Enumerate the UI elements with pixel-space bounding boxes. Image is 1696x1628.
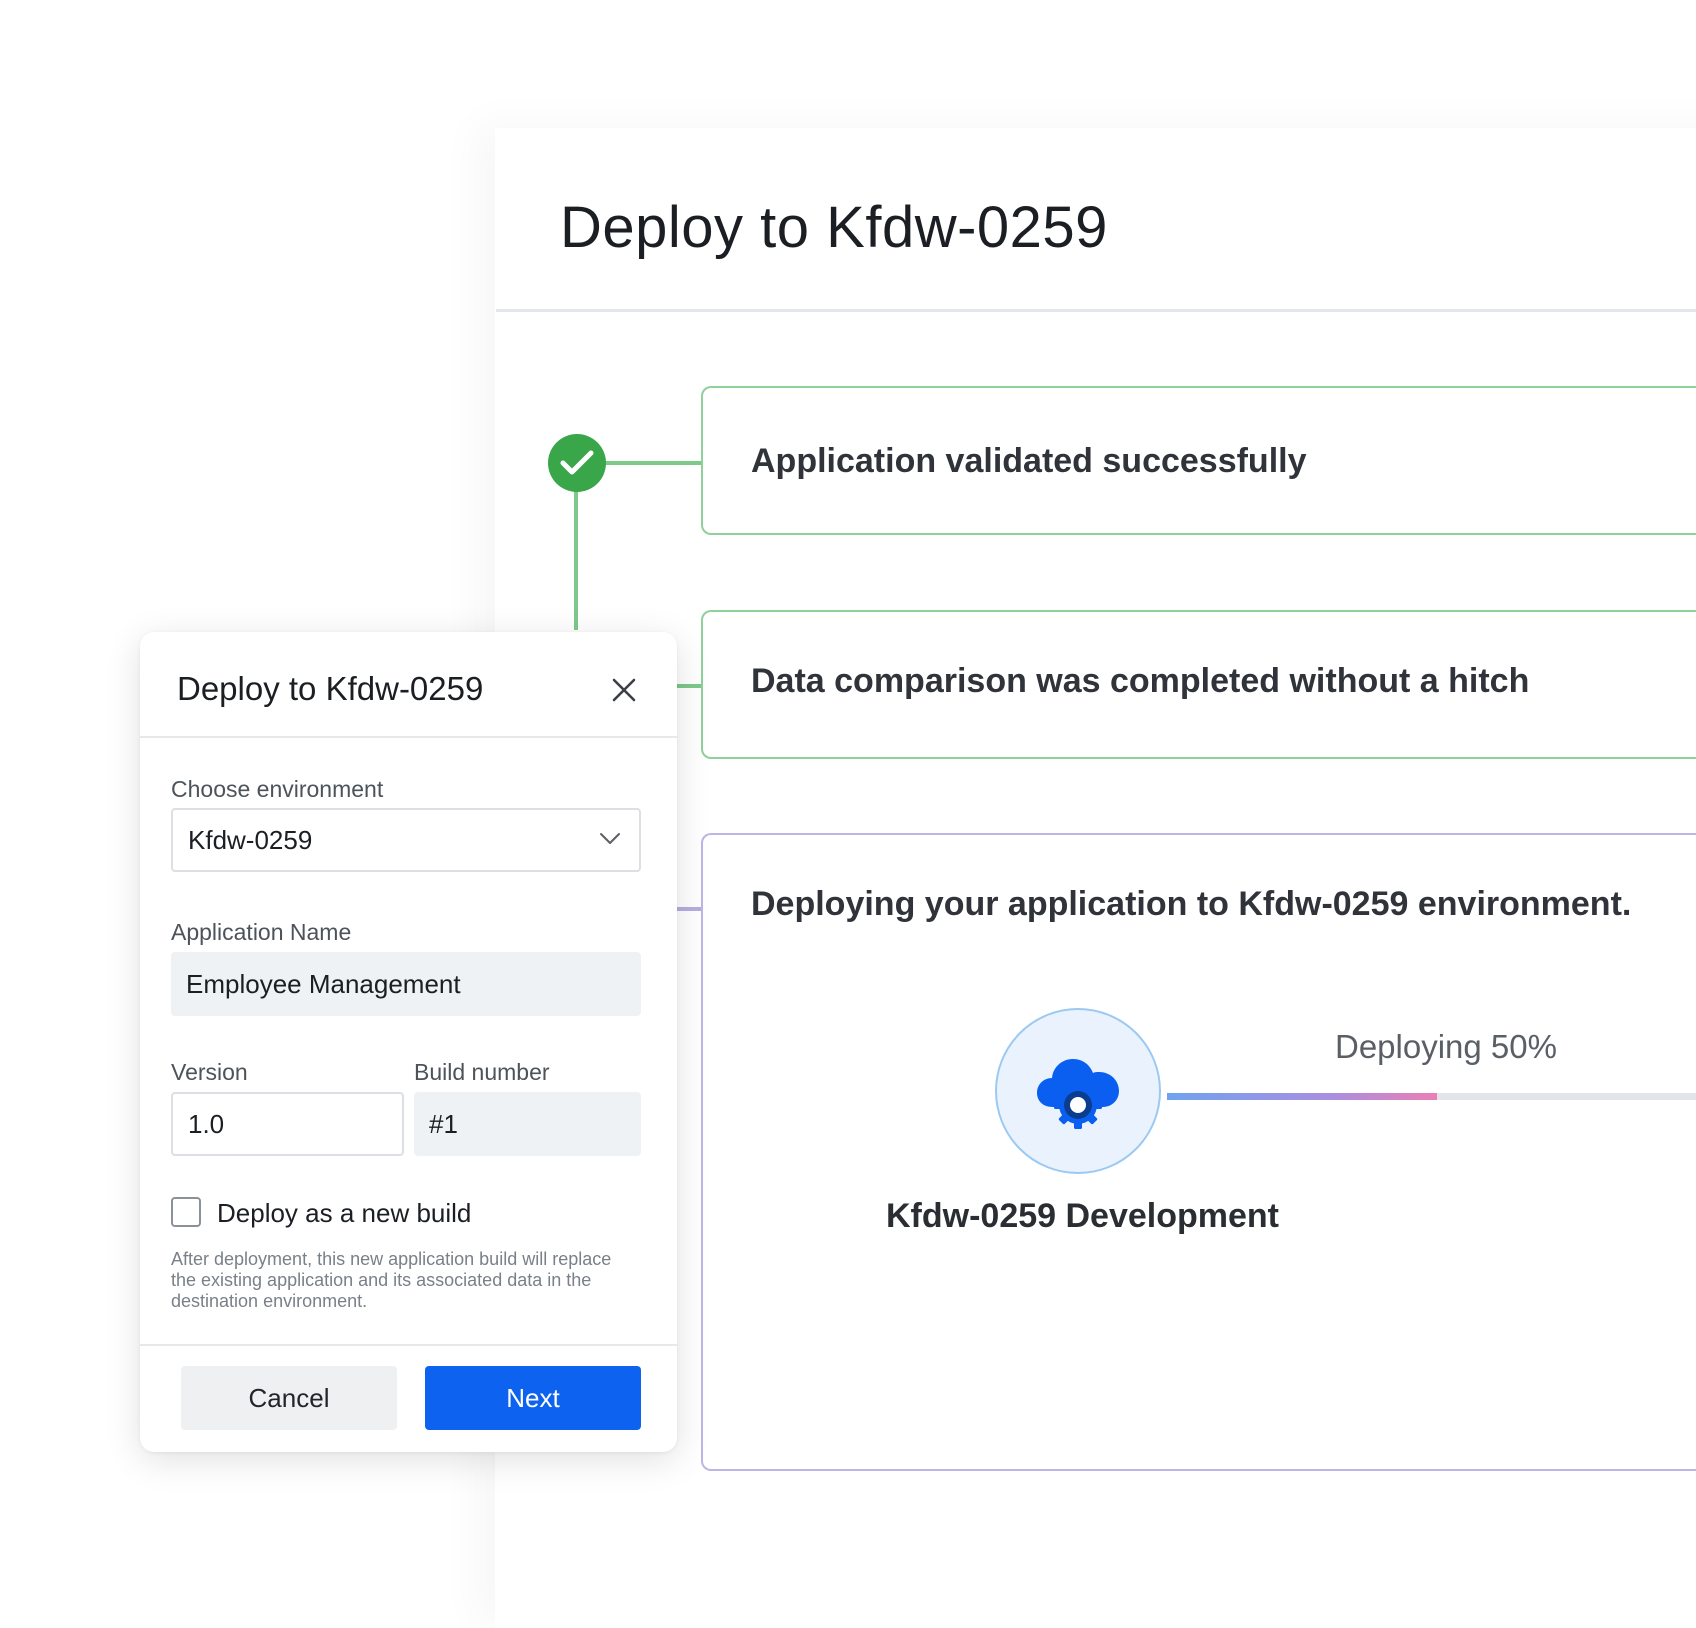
build-number-label: Build number (414, 1059, 550, 1085)
timeline-connector-step-3 (676, 907, 702, 911)
application-name-field[interactable]: Employee Management (171, 952, 641, 1016)
title-divider (496, 309, 1696, 312)
step-label: Deploying your application to Kfdw-0259 … (751, 885, 1632, 923)
deploy-status-circle (995, 1008, 1161, 1174)
version-label: Version (171, 1059, 248, 1085)
progress-bar-fill (1167, 1093, 1437, 1100)
progress-bar (1167, 1093, 1696, 1100)
build-number-value: #1 (429, 1108, 458, 1139)
timeline-step-data-comparison: Data comparison was completed without a … (701, 610, 1696, 759)
environment-field-label: Choose environment (171, 776, 384, 802)
next-button[interactable]: Next (425, 1366, 641, 1430)
deploy-new-build-label[interactable]: Deploy as a new build (217, 1198, 471, 1229)
step-label: Application validated successfully (751, 442, 1307, 480)
timeline-step-validated: Application validated successfully (701, 386, 1696, 535)
step-complete-check-icon (548, 434, 606, 492)
environment-select[interactable]: Kfdw-0259 (171, 808, 641, 872)
build-number-field[interactable]: #1 (414, 1092, 641, 1156)
timeline-connector-step-2 (676, 684, 702, 688)
version-value: 1.0 (188, 1108, 225, 1139)
deploy-new-build-checkbox[interactable] (171, 1197, 201, 1227)
modal-footer-divider (140, 1344, 677, 1346)
deploy-helper-text: After deployment, this new application b… (171, 1249, 612, 1311)
cancel-button[interactable]: Cancel (181, 1366, 397, 1430)
timeline-step-deploying: Deploying your application to Kfdw-0259 … (701, 833, 1696, 1471)
version-field[interactable]: 1.0 (171, 1092, 404, 1156)
cloud-gear-icon (1037, 1059, 1119, 1129)
close-icon[interactable] (609, 675, 639, 705)
deploy-modal: Deploy to Kfdw-0259 Choose environment K… (140, 632, 677, 1452)
environment-label: Kfdw-0259 Development (886, 1197, 1279, 1235)
page-title: Deploy to Kfdw-0259 (560, 195, 1108, 260)
timeline-connector-step-1 (600, 461, 702, 465)
application-name-value: Employee Management (186, 968, 461, 999)
timeline-connector-vertical (574, 490, 578, 630)
application-name-label: Application Name (171, 919, 352, 945)
step-label: Data comparison was completed without a … (751, 662, 1530, 700)
environment-select-value: Kfdw-0259 (188, 824, 313, 855)
modal-header-divider (140, 736, 677, 738)
modal-title: Deploy to Kfdw-0259 (177, 670, 484, 707)
progress-label: Deploying 50% (1335, 1028, 1557, 1065)
chevron-down-icon (600, 833, 620, 844)
